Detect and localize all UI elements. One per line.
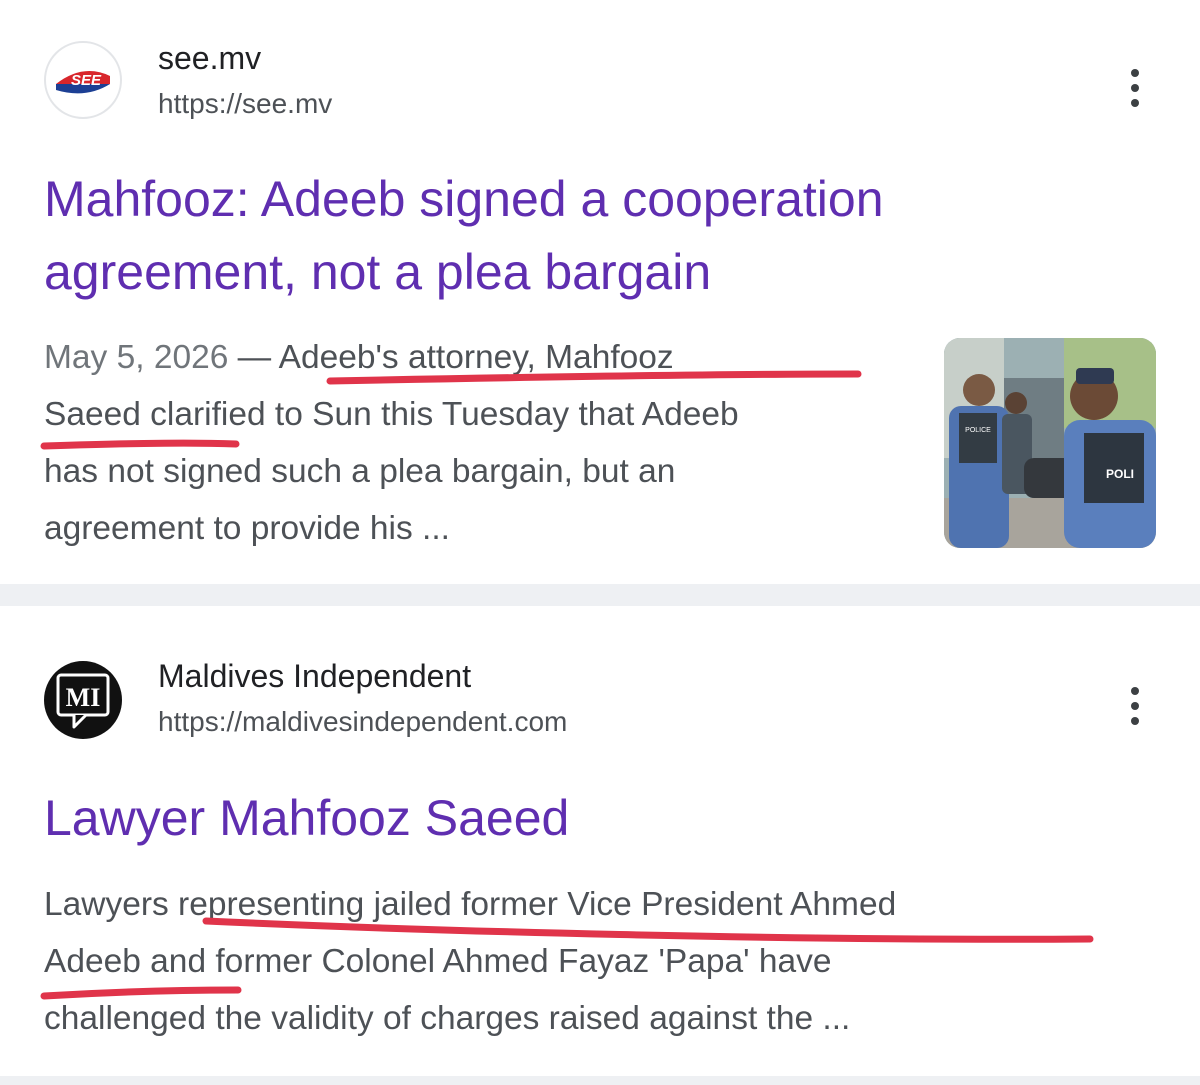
more-vert-icon-dot	[1131, 702, 1139, 710]
snippet-line-2: Saeed clarified to Sun this Tuesday that…	[44, 396, 739, 433]
site-url: https://see.mv	[158, 88, 333, 119]
see-logo-text: SEE	[71, 72, 102, 89]
title-line-1: Lawyer Mahfooz Saeed	[44, 790, 570, 846]
more-vert-icon-dot	[1131, 717, 1139, 725]
result-separator	[0, 584, 1200, 606]
site-name: see.mv	[158, 40, 262, 76]
result-snippet: Lawyers representing jailed former Vice …	[44, 876, 1164, 1047]
date-separator: —	[228, 339, 279, 376]
snippet-line-1: Lawyers representing jailed former Vice …	[44, 886, 897, 923]
snippet-line-3: challenged the validity of charges raise…	[44, 1000, 851, 1037]
more-options-button[interactable]	[1112, 58, 1158, 118]
site-name: Maldives Independent	[158, 658, 472, 694]
result-title-link[interactable]: Lawyer Mahfooz Saeed	[44, 782, 569, 855]
result-snippet: May 5, 2026 — Adeeb's attorney, Mahfooz …	[44, 329, 904, 557]
see-mv-favicon[interactable]: SEE	[44, 41, 122, 119]
more-vert-icon-dot	[1131, 84, 1139, 92]
result-title-link[interactable]: Mahfooz: Adeeb signed a cooperation agre…	[44, 163, 884, 309]
snippet-line-3: has not signed such a plea bargain, but …	[44, 453, 676, 490]
mi-logo-text: MI	[66, 683, 101, 712]
more-vert-icon-dot	[1131, 99, 1139, 107]
police-photo-image: POLICE POLI	[944, 338, 1156, 548]
maldives-independent-favicon[interactable]: MI	[44, 661, 122, 739]
site-url: https://maldivesindependent.com	[158, 706, 568, 737]
snippet-line-1: Adeeb's attorney, Mahfooz	[278, 339, 674, 376]
thumb-text-left: POLICE	[965, 427, 991, 434]
more-options-button[interactable]	[1112, 676, 1158, 736]
snippet-line-4: agreement to provide his ...	[44, 510, 450, 547]
title-line-1: Mahfooz: Adeeb signed a cooperation	[44, 171, 884, 227]
snippet-line-2: Adeeb and former Colonel Ahmed Fayaz 'Pa…	[44, 943, 832, 980]
search-results-page: SEE see.mv https://see.mv Mahfooz: Adeeb…	[0, 0, 1200, 1085]
result-thumbnail[interactable]: POLICE POLI	[944, 338, 1156, 548]
more-vert-icon	[1131, 687, 1139, 695]
title-line-2: agreement, not a plea bargain	[44, 244, 712, 300]
mi-logo-icon: MI	[56, 673, 110, 729]
search-result-see-mv: SEE see.mv https://see.mv Mahfooz: Adeeb…	[0, 0, 1200, 584]
thumb-text-right: POLI	[1106, 467, 1134, 481]
result-separator	[0, 1076, 1200, 1085]
see-logo-icon: SEE	[56, 71, 110, 94]
more-vert-icon	[1131, 69, 1139, 77]
search-result-maldives-independent: MI Maldives Independent https://maldives…	[0, 606, 1200, 1076]
result-date: May 5, 2026	[44, 339, 229, 376]
